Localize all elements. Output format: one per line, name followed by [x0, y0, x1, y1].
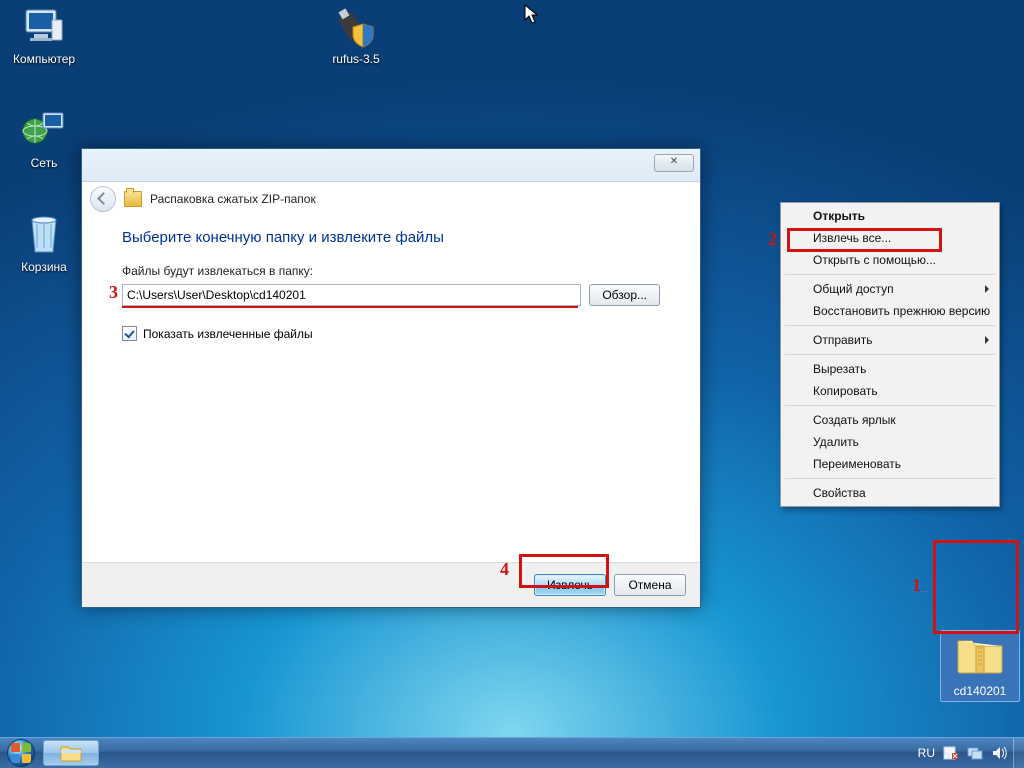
ctx-separator — [785, 405, 995, 406]
dialog-title: Распаковка сжатых ZIP-папок — [150, 192, 316, 206]
destination-path-input[interactable] — [122, 284, 581, 306]
desktop[interactable]: Компьютер Сеть Корзина rufus-3.5 cd14020… — [0, 0, 1024, 738]
show-desktop-button[interactable] — [1013, 738, 1024, 768]
zip-folder-icon — [956, 633, 1004, 681]
desktop-icon-recycle-bin[interactable]: Корзина — [6, 210, 82, 274]
network-tray-icon[interactable] — [967, 745, 983, 761]
recycle-bin-icon — [20, 210, 68, 258]
ctx-separator — [785, 274, 995, 275]
desktop-icon-zip-archive[interactable]: cd140201 — [940, 630, 1020, 702]
desktop-icon-label: Сеть — [6, 156, 82, 170]
close-button[interactable]: ✕ — [654, 154, 694, 172]
browse-button[interactable]: Обзор... — [589, 284, 660, 306]
annotation-number: 2 — [768, 230, 777, 248]
ctx-properties[interactable]: Свойства — [783, 482, 997, 504]
ctx-open[interactable]: Открыть — [783, 205, 997, 227]
ctx-extract-all[interactable]: Извлечь все... — [783, 227, 997, 249]
desktop-icon-network[interactable]: Сеть — [6, 106, 82, 170]
ctx-send-to[interactable]: Отправить — [783, 329, 997, 351]
system-tray: RU — [912, 738, 1013, 768]
windows-orb-icon — [7, 739, 35, 767]
language-indicator[interactable]: RU — [918, 746, 935, 760]
annotation-box-1 — [933, 540, 1019, 634]
wizard-heading: Выберите конечную папку и извлеките файл… — [122, 229, 660, 246]
desktop-icon-label: rufus-3.5 — [318, 52, 394, 66]
action-center-icon[interactable] — [943, 745, 959, 761]
dialog-footer: Извлечь Отмена — [82, 562, 700, 607]
ctx-rename[interactable]: Переименовать — [783, 453, 997, 475]
ctx-separator — [785, 325, 995, 326]
desktop-icon-label: cd140201 — [951, 683, 1010, 699]
taskbar: RU — [0, 737, 1024, 768]
ctx-cut[interactable]: Вырезать — [783, 358, 997, 380]
volume-icon[interactable] — [991, 745, 1007, 761]
path-label: Файлы будут извлекаться в папку: — [122, 264, 660, 278]
cancel-button[interactable]: Отмена — [614, 574, 686, 596]
desktop-icon-computer[interactable]: Компьютер — [6, 2, 82, 66]
annotation-underline — [122, 306, 578, 308]
ctx-create-shortcut[interactable]: Создать ярлык — [783, 409, 997, 431]
cursor-icon — [524, 4, 538, 27]
ctx-share[interactable]: Общий доступ — [783, 278, 997, 300]
show-extracted-checkbox[interactable] — [122, 326, 137, 341]
extract-button[interactable]: Извлечь — [534, 574, 606, 596]
annotation-number: 1 — [912, 576, 921, 594]
context-menu: Открыть Извлечь все... Открыть с помощью… — [780, 202, 1000, 507]
computer-icon — [20, 2, 68, 50]
folder-icon — [60, 744, 82, 762]
ctx-open-with[interactable]: Открыть с помощью... — [783, 249, 997, 271]
taskbar-button-explorer[interactable] — [43, 740, 99, 766]
desktop-icon-label: Корзина — [6, 260, 82, 274]
close-icon: ✕ — [670, 156, 678, 167]
ctx-delete[interactable]: Удалить — [783, 431, 997, 453]
ctx-separator — [785, 478, 995, 479]
dialog-titlebar[interactable]: ✕ — [82, 149, 700, 182]
extract-wizard-dialog: ✕ Распаковка сжатых ZIP-папок Выберите к… — [81, 148, 701, 608]
zip-folder-icon — [124, 191, 142, 207]
ctx-copy[interactable]: Копировать — [783, 380, 997, 402]
usb-shield-icon — [332, 2, 380, 50]
ctx-restore-previous[interactable]: Восстановить прежнюю версию — [783, 300, 997, 322]
back-button[interactable] — [90, 186, 116, 212]
show-extracted-label: Показать извлеченные файлы — [143, 327, 313, 341]
network-icon — [20, 106, 68, 154]
desktop-icon-label: Компьютер — [6, 52, 82, 66]
start-button[interactable] — [0, 738, 42, 768]
desktop-icon-rufus[interactable]: rufus-3.5 — [318, 2, 394, 66]
ctx-separator — [785, 354, 995, 355]
